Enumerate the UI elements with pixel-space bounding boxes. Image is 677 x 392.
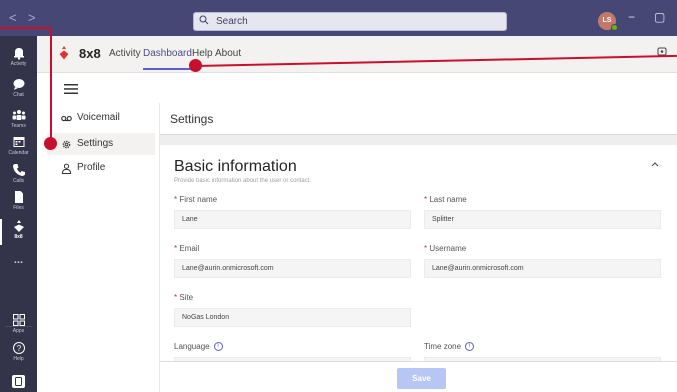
back-button[interactable]: <	[9, 10, 17, 25]
form-footer: Save	[160, 361, 677, 392]
8x8-logo-icon	[59, 46, 69, 60]
file-icon	[14, 191, 23, 203]
card-subtitle: Provide basic information about the user…	[174, 178, 312, 184]
forward-button[interactable]: >	[28, 10, 36, 25]
phone-icon	[12, 164, 25, 176]
search-icon	[199, 15, 209, 25]
rail-item-help[interactable]: ? Help	[0, 339, 37, 369]
svg-text:?: ?	[16, 344, 21, 353]
bell-icon	[13, 48, 24, 60]
search-input[interactable]: Search	[193, 12, 507, 31]
apps-icon	[12, 314, 25, 326]
help-icon: ?	[12, 342, 25, 354]
rail-label: Chat	[13, 92, 24, 98]
title-bar: < > Search LS − ▢	[0, 0, 677, 36]
annotation-marker	[44, 137, 57, 150]
username-label: * Username	[424, 244, 467, 253]
annotation-marker	[189, 59, 202, 72]
email-label: * Email	[174, 244, 200, 253]
last-name-label: * Last name	[424, 195, 467, 204]
email-field[interactable]: Lane@aurin.onmicrosoft.com	[174, 259, 411, 278]
info-icon[interactable]: i	[465, 342, 475, 352]
save-button[interactable]: Save	[397, 368, 446, 389]
sidenav-item-profile[interactable]: Profile	[47, 157, 155, 179]
sidenav-label: Settings	[77, 138, 114, 149]
teams-icon	[12, 110, 25, 120]
maximize-button[interactable]: ▢	[654, 10, 665, 24]
annotation-line	[0, 27, 52, 29]
sidenav-label: Profile	[77, 162, 106, 173]
rail-label: Calls	[12, 178, 25, 184]
basic-information-card: Basic information Provide basic informat…	[160, 145, 677, 392]
rail-item-files[interactable]: Files	[0, 188, 37, 218]
rail-item-chat[interactable]: Chat	[0, 75, 37, 105]
rail-label: Apps	[12, 328, 25, 334]
first-name-label: * First name	[174, 195, 218, 204]
language-label: Language i	[174, 342, 223, 352]
last-name-field[interactable]: Splitter	[424, 210, 661, 229]
sidenav-item-voicemail[interactable]: Voicemail	[47, 107, 155, 129]
rail-item-more[interactable]: ...	[0, 250, 37, 280]
minimize-button[interactable]: −	[628, 10, 635, 24]
timezone-label: Time zone i	[424, 342, 475, 352]
rail-item-apps[interactable]: Apps	[0, 311, 37, 341]
sidenav-item-settings[interactable]: Settings	[47, 133, 155, 155]
rail-label: Teams	[11, 123, 26, 129]
tab-activity[interactable]: Activity	[109, 48, 141, 59]
card-title: Basic information	[174, 158, 297, 175]
calendar-icon	[13, 137, 24, 147]
rail-label: Activity	[10, 61, 27, 67]
rail-label: Files	[13, 205, 24, 211]
rail-label: Calendar	[8, 150, 29, 156]
rail-label: 8x8	[14, 234, 23, 240]
annotation-line	[50, 27, 52, 140]
more-icon: ...	[13, 254, 24, 266]
mobile-device-icon[interactable]	[11, 374, 26, 389]
rail-item-calendar[interactable]: Calendar	[0, 133, 37, 163]
voicemail-icon	[61, 115, 72, 122]
rail-item-activity[interactable]: Activity	[0, 44, 37, 74]
info-icon[interactable]: i	[213, 342, 223, 352]
site-field[interactable]: NoGas London	[174, 308, 411, 327]
site-label: * Site	[174, 293, 194, 302]
avatar-initials: LS	[602, 17, 612, 24]
search-placeholder: Search	[216, 16, 248, 27]
chat-icon	[13, 79, 24, 90]
teams-app-rail: Activity Chat Teams Calendar Calls Files…	[0, 36, 37, 392]
chevron-up-icon[interactable]	[650, 159, 660, 169]
gear-icon	[62, 140, 71, 149]
settings-main: Settings Basic information Provide basic…	[160, 103, 677, 392]
tab-dashboard[interactable]: Dashboard	[143, 48, 192, 70]
8x8-logo-icon	[13, 220, 24, 232]
tab-about[interactable]: About	[215, 48, 241, 59]
app-name: 8x8	[79, 46, 101, 61]
page-title: Settings	[160, 103, 677, 135]
username-field[interactable]: Lane@aurin.onmicrosoft.com	[424, 259, 661, 278]
hamburger-menu-icon[interactable]	[64, 84, 78, 94]
rail-item-teams[interactable]: Teams	[0, 106, 37, 136]
avatar[interactable]: LS	[598, 12, 618, 31]
first-name-field[interactable]: Lane	[174, 210, 411, 229]
sidenav-label: Voicemail	[77, 112, 120, 123]
tab-help[interactable]: Help	[192, 48, 213, 59]
rail-item-calls[interactable]: Calls	[0, 161, 37, 191]
presence-status-icon	[611, 24, 618, 31]
rail-item-8x8[interactable]: 8x8	[0, 217, 37, 247]
app-header: 8x8 Activity Dashboard Help About	[37, 36, 677, 73]
person-icon	[61, 163, 72, 174]
rail-label: Help	[13, 356, 24, 362]
